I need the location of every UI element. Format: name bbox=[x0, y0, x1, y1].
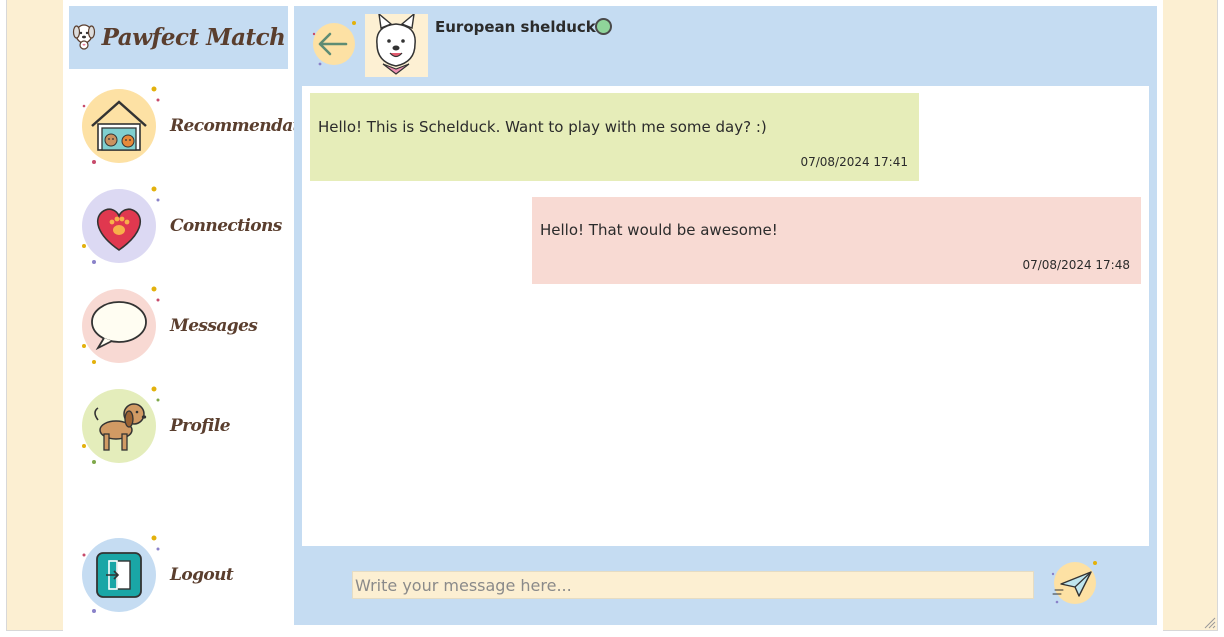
back-arrow-icon bbox=[312, 21, 356, 66]
sidebar-item-label: Profile bbox=[170, 416, 231, 436]
dog-logo-icon bbox=[72, 21, 96, 55]
sidebar-item-label: Logout bbox=[170, 565, 234, 585]
online-status-indicator bbox=[595, 18, 612, 35]
contact-avatar[interactable] bbox=[365, 14, 428, 77]
message-timestamp: 07/08/2024 17:41 bbox=[800, 155, 908, 169]
exit-door-icon bbox=[80, 535, 160, 615]
brand-name: Pawfect Match bbox=[101, 24, 286, 51]
message-outgoing: Hello! That would be awesome! 07/08/2024… bbox=[532, 197, 1141, 284]
sidebar-item-label: Connections bbox=[170, 216, 282, 236]
message-list[interactable]: Hello! This is Schelduck. Want to play w… bbox=[302, 86, 1149, 546]
brand-header[interactable]: Pawfect Match bbox=[69, 6, 288, 69]
message-incoming: Hello! This is Schelduck. Want to play w… bbox=[310, 93, 919, 181]
chat-panel: European shelduck Hello! This is Scheldu… bbox=[294, 6, 1157, 625]
sidebar-item-logout[interactable]: Logout bbox=[80, 535, 290, 615]
message-text: Hello! This is Schelduck. Want to play w… bbox=[318, 118, 767, 136]
speech-bubble-icon bbox=[80, 286, 160, 366]
send-button[interactable] bbox=[1049, 560, 1099, 606]
sidebar-item-recommendations[interactable]: Recommendations bbox=[80, 86, 338, 166]
contact-name: European shelduck bbox=[435, 18, 596, 36]
heart-paw-icon bbox=[80, 186, 160, 266]
dog-icon bbox=[80, 386, 160, 466]
paper-plane-icon bbox=[1051, 561, 1097, 604]
message-text: Hello! That would be awesome! bbox=[540, 221, 778, 239]
sidebar-item-connections[interactable]: Connections bbox=[80, 186, 290, 266]
dog-cat-house-icon bbox=[80, 86, 160, 166]
message-input[interactable] bbox=[352, 571, 1034, 599]
back-button[interactable] bbox=[310, 20, 358, 68]
message-timestamp: 07/08/2024 17:48 bbox=[1022, 258, 1130, 272]
sidebar-item-messages[interactable]: Messages bbox=[80, 286, 290, 366]
resize-grip-icon[interactable] bbox=[1204, 617, 1216, 629]
sidebar-item-profile[interactable]: Profile bbox=[80, 386, 290, 466]
sidebar-item-label: Messages bbox=[170, 316, 258, 336]
